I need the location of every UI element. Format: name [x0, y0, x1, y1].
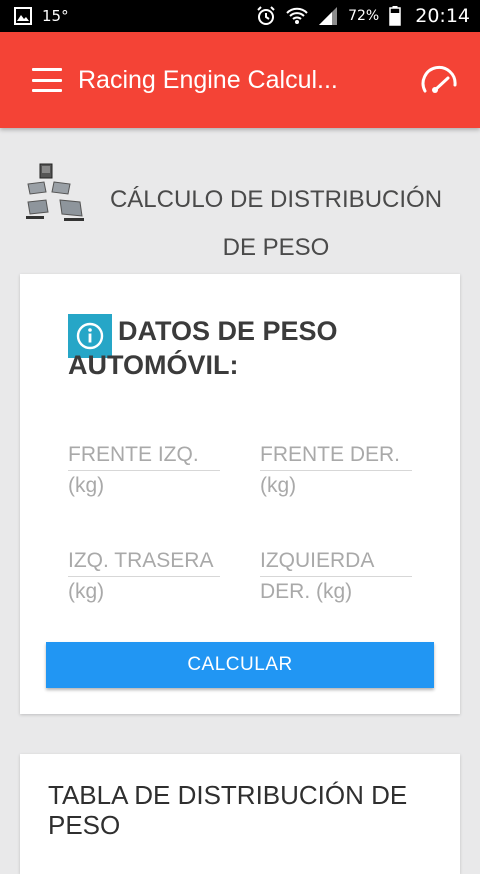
rear-left-unit: (kg) [68, 580, 105, 603]
temperature-text: 15° [42, 7, 69, 25]
distribution-table-card: TABLA DE DISTRIBUCIÓN DE PESO [20, 754, 460, 874]
table-title: TABLA DE DISTRIBUCIÓN DE PESO [48, 780, 408, 840]
clock-text: 20:14 [415, 5, 470, 27]
app-bar: Racing Engine Calcul... [0, 32, 480, 128]
status-bar: 15° 72% 20:14 [0, 0, 480, 32]
front-left-label: FRENTE IZQ. [68, 440, 220, 471]
section-header: CÁLCULO DE DISTRIBUCIÓN DE PESO [24, 162, 460, 262]
front-left-weight-input[interactable]: FRENTE IZQ. (kg) [68, 440, 220, 501]
wifi-icon [286, 6, 308, 26]
calculate-button[interactable]: CALCULAR [46, 642, 434, 688]
battery-icon [389, 6, 401, 26]
front-left-unit: (kg) [68, 474, 105, 497]
card-heading: DATOS DE PESO AUTOMÓVIL: [68, 316, 338, 380]
front-right-unit: (kg) [260, 474, 297, 497]
battery-percent: 72% [348, 8, 380, 24]
section-title: CÁLCULO DE DISTRIBUCIÓN DE PESO [109, 186, 443, 261]
app-title: Racing Engine Calcul... [78, 65, 338, 94]
rear-right-weight-input[interactable]: IZQUIERDA DER. (kg) [260, 546, 412, 607]
speedometer-icon[interactable] [418, 58, 462, 102]
rear-left-label: IZQ. TRASERA [68, 546, 220, 577]
gallery-notification-icon [14, 7, 32, 25]
weight-input-card: DATOS DE PESO AUTOMÓVIL: FRENTE IZQ. (kg… [20, 274, 460, 714]
front-right-label: FRENTE DER. [260, 440, 412, 471]
rear-right-unit: DER. (kg) [260, 580, 353, 603]
rear-left-weight-input[interactable]: IZQ. TRASERA (kg) [68, 546, 220, 607]
front-right-weight-input[interactable]: FRENTE DER. (kg) [260, 440, 412, 501]
alarm-icon [256, 6, 276, 26]
menu-icon[interactable] [32, 68, 62, 92]
signal-icon [318, 6, 338, 26]
rear-right-label: IZQUIERDA [260, 546, 412, 577]
